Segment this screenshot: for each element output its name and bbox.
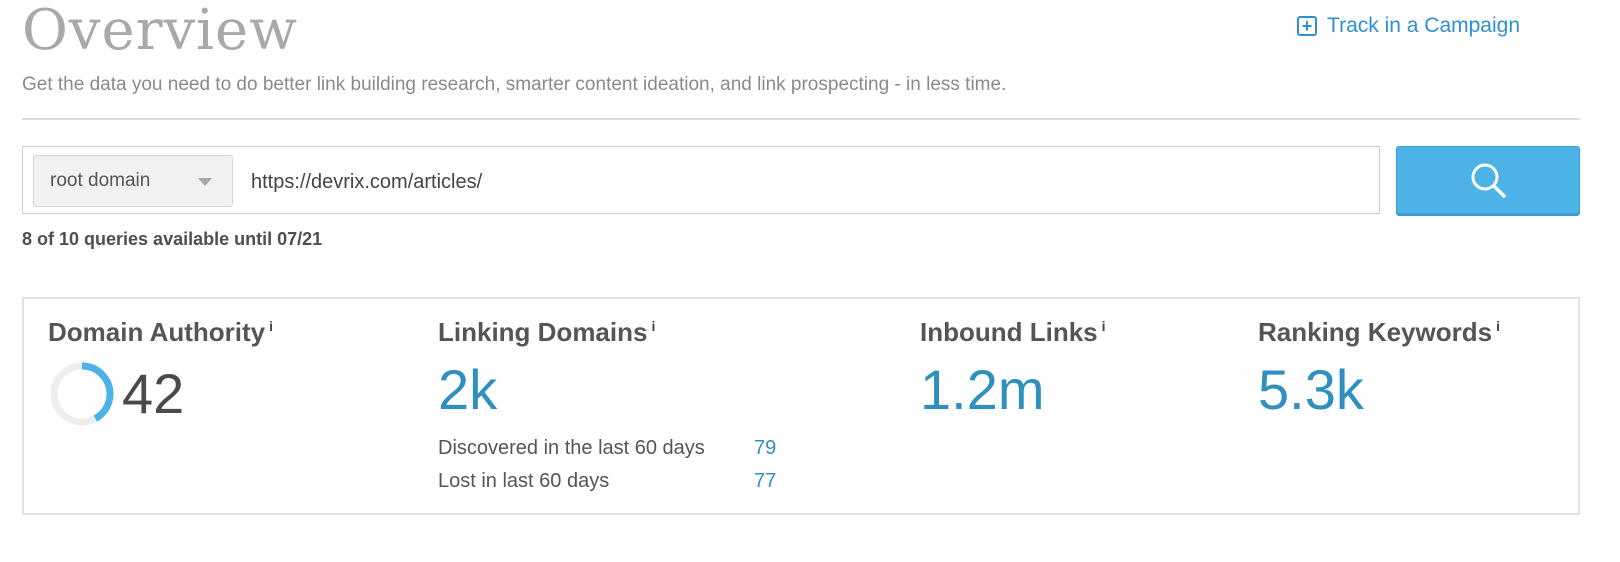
query-quota: 8 of 10 queries available until 07/21 bbox=[22, 229, 323, 249]
track-in-campaign-link[interactable]: + Track in a Campaign bbox=[1297, 14, 1520, 38]
info-icon[interactable]: i bbox=[269, 318, 273, 334]
info-icon[interactable]: i bbox=[1496, 318, 1500, 334]
metric-domain-authority: Domain Authority i 42 bbox=[48, 317, 273, 428]
discovered-row: Discovered in the last 60 days 79 bbox=[438, 432, 776, 465]
plus-square-icon: + bbox=[1297, 16, 1318, 36]
search-icon bbox=[1471, 163, 1506, 198]
metric-label: Ranking Keywords bbox=[1258, 317, 1493, 347]
url-input[interactable] bbox=[249, 155, 1363, 209]
header-divider bbox=[22, 118, 1580, 120]
inbound-links-value: 1.2m bbox=[920, 358, 1045, 421]
info-icon[interactable]: i bbox=[651, 318, 655, 334]
discovered-label: Discovered in the last 60 days bbox=[438, 437, 705, 459]
metric-label: Inbound Links bbox=[920, 317, 1098, 347]
linking-domains-value: 2k bbox=[438, 358, 498, 421]
scope-select[interactable]: root domain bbox=[33, 155, 233, 207]
caret-down-icon bbox=[198, 178, 212, 186]
page-title: Overview bbox=[22, 0, 299, 63]
page-subtitle: Get the data you need to do better link … bbox=[22, 74, 1007, 95]
metrics-panel: Domain Authority i 42 Linking Domains i 2k… bbox=[22, 297, 1580, 515]
scope-select-value: root domain bbox=[50, 170, 151, 191]
metric-linking-domains: Linking Domains i 2k Discovered in the la… bbox=[438, 317, 776, 498]
search-button[interactable] bbox=[1396, 146, 1580, 214]
search-bar: root domain bbox=[22, 146, 1380, 214]
track-link-label: Track in a Campaign bbox=[1327, 14, 1520, 37]
metric-label: Linking Domains bbox=[438, 317, 648, 347]
discovered-value[interactable]: 79 bbox=[754, 437, 776, 460]
metric-ranking-keywords: Ranking Keywords i 5.3k bbox=[1258, 317, 1500, 418]
ranking-keywords-value: 5.3k bbox=[1258, 358, 1364, 421]
lost-value[interactable]: 77 bbox=[754, 470, 776, 493]
domain-authority-value: 42 bbox=[122, 362, 185, 425]
metric-inbound-links: Inbound Links i 1.2m bbox=[920, 317, 1106, 418]
metric-label: Domain Authority bbox=[48, 317, 266, 347]
lost-row: Lost in last 60 days 77 bbox=[438, 465, 776, 498]
lost-label: Lost in last 60 days bbox=[438, 470, 610, 492]
authority-ring bbox=[50, 362, 114, 426]
info-icon[interactable]: i bbox=[1102, 318, 1106, 334]
